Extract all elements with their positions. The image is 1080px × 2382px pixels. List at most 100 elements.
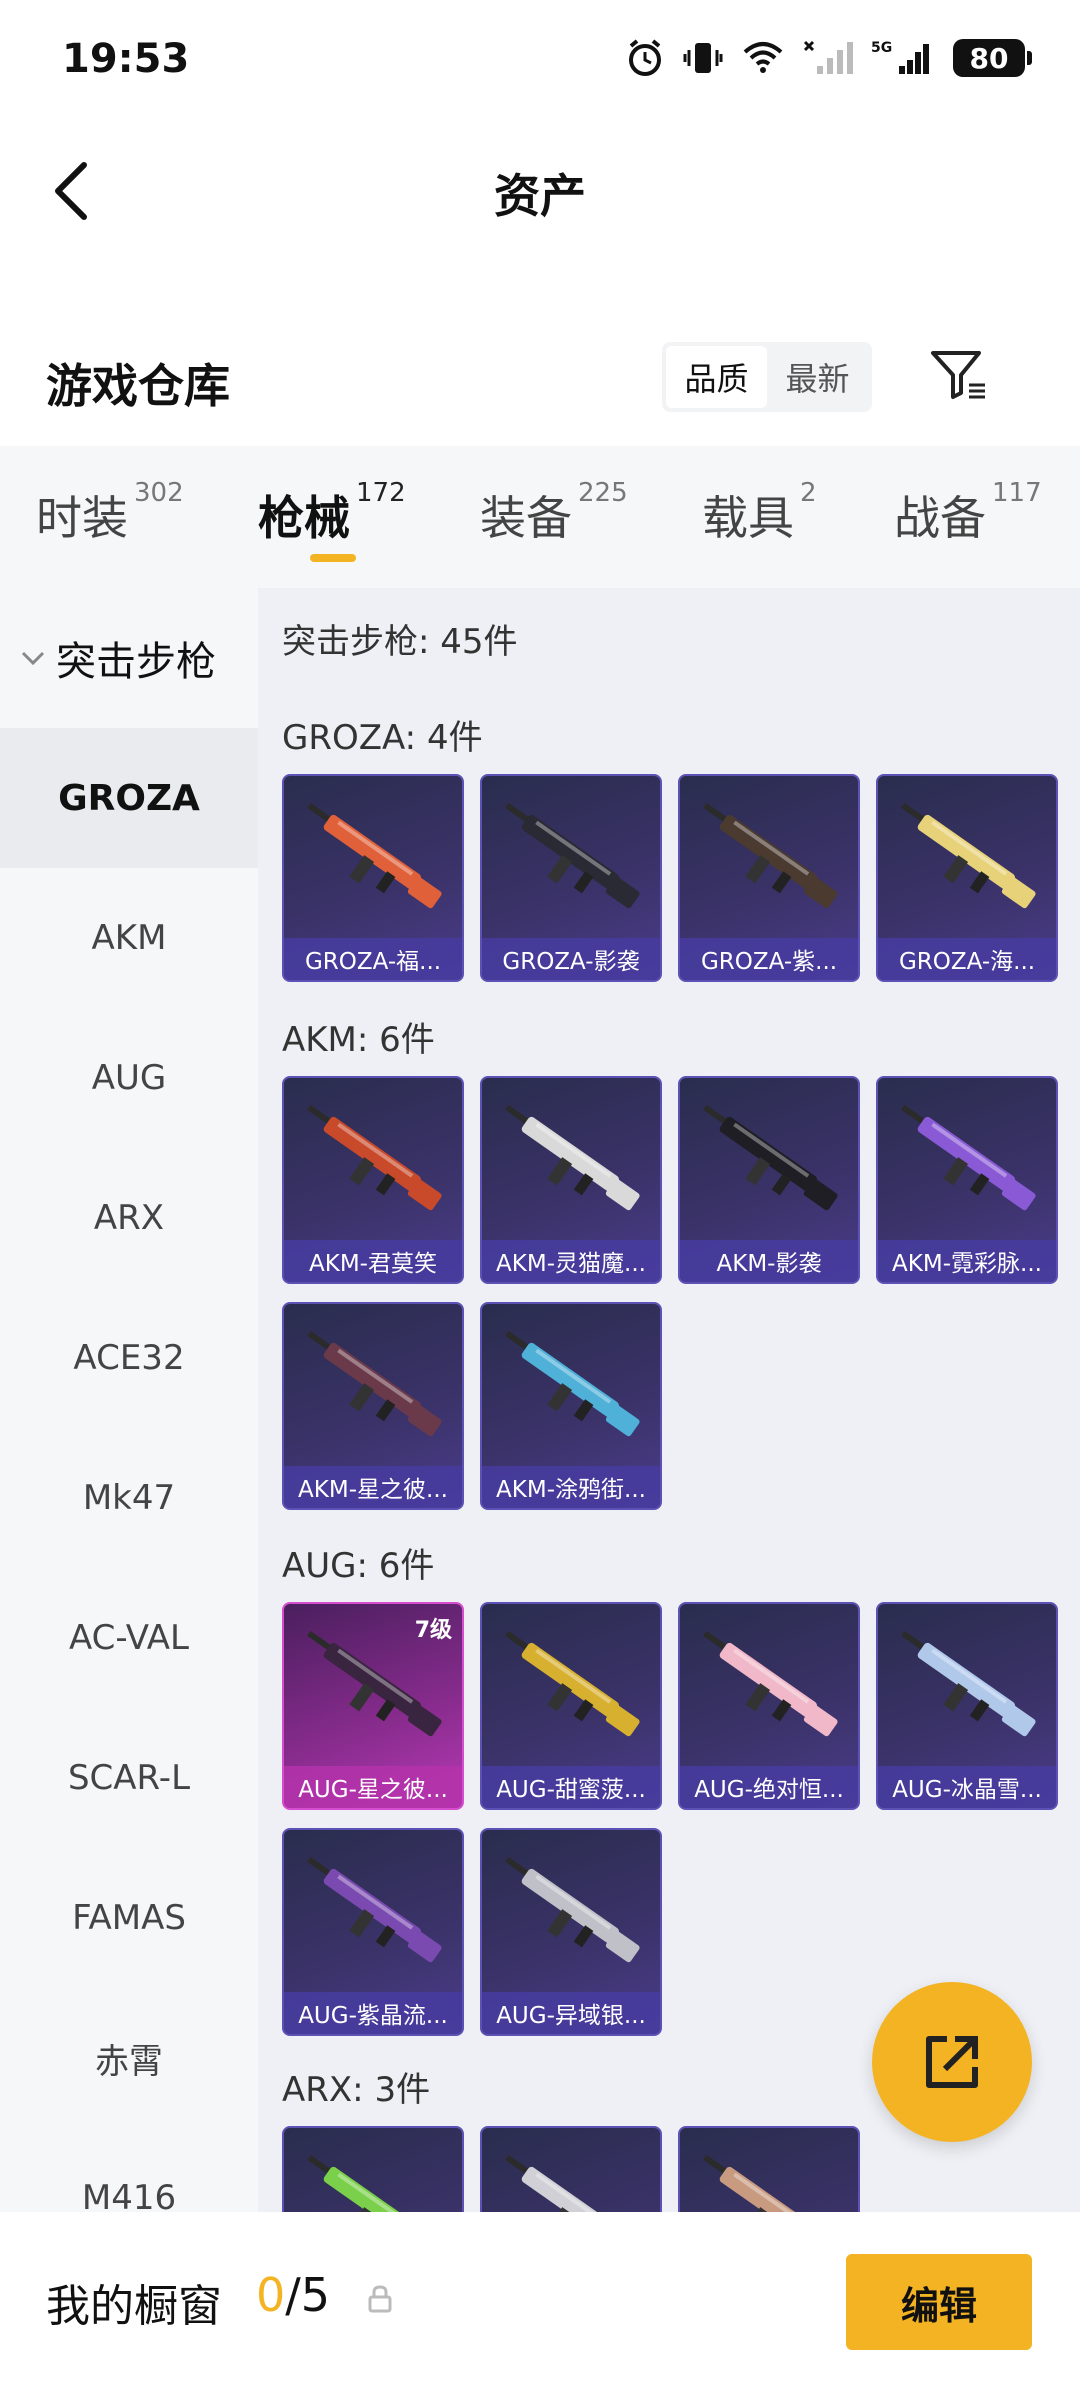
svg-text:5G: 5G xyxy=(871,40,892,56)
sidebar-item-arx[interactable]: ARX xyxy=(0,1148,258,1288)
lock-icon xyxy=(368,2285,392,2313)
section-title-arx: ARX: 3件 xyxy=(282,2070,431,2110)
weapon-image xyxy=(505,1856,640,1963)
showcase-separator: / xyxy=(285,2268,301,2322)
category-tabs: 时装 302 枪械 172 装备 225 载具 2 战备 117 xyxy=(0,446,1080,588)
weapon-card-aug[interactable]: AUG-绝对恒... xyxy=(678,1602,860,1810)
battery-indicator: 80 xyxy=(953,39,1032,77)
weapon-card-akm[interactable]: AKM-灵猫魔... xyxy=(480,1076,662,1284)
showcase-current: 0 xyxy=(256,2268,286,2322)
tab-equipment[interactable]: 装备 225 xyxy=(480,478,628,548)
weapon-name: AKM-君莫笑 xyxy=(284,1240,462,1282)
sidebar-item-chixiao[interactable]: 赤霄 xyxy=(0,1988,258,2128)
weapon-card-aug[interactable]: AUG-紫晶流... xyxy=(282,1828,464,2036)
status-time: 19:53 xyxy=(62,36,190,82)
sidebar-item-scar-l[interactable]: SCAR-L xyxy=(0,1708,258,1848)
bottom-bar: 我的橱窗 0/5 编辑 xyxy=(0,2212,1080,2382)
weapon-image xyxy=(307,802,442,909)
sidebar-item-ac-val[interactable]: AC-VAL xyxy=(0,1568,258,1708)
weapon-name: AKM-星之彼... xyxy=(284,1466,462,1508)
signal-5g-icon: 5G xyxy=(871,38,935,78)
tab-guns[interactable]: 枪械 172 xyxy=(258,478,406,548)
page-title: 资产 xyxy=(494,169,586,223)
sidebar-item-famas[interactable]: FAMAS xyxy=(0,1848,258,1988)
weapon-card-akm[interactable]: AKM-涂鸦街... xyxy=(480,1302,662,1510)
filter-icon xyxy=(931,351,985,399)
weapon-image xyxy=(505,2154,620,2212)
weapon-name: AKM-灵猫魔... xyxy=(482,1240,660,1282)
weapon-name: AUG-星之彼... xyxy=(284,1766,462,1808)
showcase-count: 0/5 xyxy=(256,2268,330,2322)
weapon-card-aug[interactable]: AUG-甜蜜菠... xyxy=(480,1602,662,1810)
weapon-card-groza[interactable]: GROZA-福... xyxy=(282,774,464,982)
weapon-card-aug[interactable]: AUG-冰晶雪... xyxy=(876,1602,1058,1810)
weapon-name: AKM-影袭 xyxy=(680,1240,858,1282)
sort-option-quality[interactable]: 品质 xyxy=(666,346,767,408)
weapon-image xyxy=(901,1630,1036,1737)
tab-supplies[interactable]: 战备 117 xyxy=(894,478,1042,548)
filter-button[interactable] xyxy=(924,340,994,410)
weapon-name: AUG-冰晶雪... xyxy=(878,1766,1056,1808)
sort-option-newest[interactable]: 最新 xyxy=(767,346,868,408)
weapon-image xyxy=(307,2154,422,2212)
category-summary: 突击步枪: 45件 xyxy=(282,622,518,662)
weapon-image xyxy=(901,802,1036,909)
weapon-card-arx[interactable] xyxy=(282,2126,464,2212)
weapon-name: AUG-异域银... xyxy=(482,1992,660,2034)
weapon-image xyxy=(307,1104,442,1211)
section-title-aug: AUG: 6件 xyxy=(282,1546,435,1586)
weapon-image xyxy=(703,802,838,909)
nav-header: 资产 xyxy=(0,130,1080,250)
section-title-akm: AKM: 6件 xyxy=(282,1020,435,1060)
status-icons: 5G 80 xyxy=(625,38,1032,78)
weapon-name: GROZA-影袭 xyxy=(482,938,660,980)
weapon-card-arx[interactable] xyxy=(678,2126,860,2212)
weapon-image xyxy=(505,1330,640,1437)
sidebar-group-assault-rifles[interactable]: 突击步枪 xyxy=(0,588,258,728)
sidebar-item-groza[interactable]: GROZA xyxy=(0,728,258,868)
weapon-card-aug[interactable]: 7级 AUG-星之彼... xyxy=(282,1602,464,1810)
chevron-down-icon xyxy=(21,651,45,666)
alarm-icon xyxy=(625,38,665,78)
tab-fashion[interactable]: 时装 302 xyxy=(36,478,184,548)
warehouse-header: 游戏仓库 品质 最新 xyxy=(0,330,1080,440)
weapon-image xyxy=(505,1630,640,1737)
tab-vehicles[interactable]: 载具 2 xyxy=(702,478,817,548)
weapon-name: AUG-绝对恒... xyxy=(680,1766,858,1808)
weapon-card-groza[interactable]: GROZA-影袭 xyxy=(480,774,662,982)
weapon-card-groza[interactable]: GROZA-紫... xyxy=(678,774,860,982)
weapon-image xyxy=(505,802,640,909)
showcase-total: 5 xyxy=(300,2268,331,2322)
weapon-card-arx[interactable] xyxy=(480,2126,662,2212)
weapon-image xyxy=(703,1104,838,1211)
showcase-label: 我的橱窗 xyxy=(46,2281,222,2332)
sidebar-item-mk47[interactable]: Mk47 xyxy=(0,1428,258,1568)
signal-off-icon xyxy=(803,38,853,78)
share-button[interactable] xyxy=(872,1982,1032,2142)
sidebar-group-label: 突击步枪 xyxy=(56,639,216,685)
sort-toggle: 品质 最新 xyxy=(662,342,872,412)
weapon-name: GROZA-海... xyxy=(878,938,1056,980)
edit-button[interactable]: 编辑 xyxy=(846,2254,1032,2350)
weapon-card-akm[interactable]: AKM-君莫笑 xyxy=(282,1076,464,1284)
status-bar: 19:53 5G 80 xyxy=(0,0,1080,120)
share-export-icon xyxy=(926,2036,978,2088)
sidebar-item-aug[interactable]: AUG xyxy=(0,1008,258,1148)
weapon-name: AUG-紫晶流... xyxy=(284,1992,462,2034)
sidebar-item-m416[interactable]: M416 xyxy=(0,2128,258,2212)
weapon-card-aug[interactable]: AUG-异域银... xyxy=(480,1828,662,2036)
weapon-card-akm[interactable]: AKM-影袭 xyxy=(678,1076,860,1284)
weapon-card-akm[interactable]: AKM-霓彩脉... xyxy=(876,1076,1058,1284)
weapon-card-groza[interactable]: GROZA-海... xyxy=(876,774,1058,982)
weapon-name: GROZA-福... xyxy=(284,938,462,980)
sidebar-item-akm[interactable]: AKM xyxy=(0,868,258,1008)
weapon-image xyxy=(703,2154,818,2212)
weapon-name: AKM-霓彩脉... xyxy=(878,1240,1056,1282)
weapon-image xyxy=(703,1630,838,1737)
warehouse-title: 游戏仓库 xyxy=(46,359,230,413)
wifi-icon xyxy=(741,38,785,78)
sidebar-item-ace32[interactable]: ACE32 xyxy=(0,1288,258,1428)
weapon-name: GROZA-紫... xyxy=(680,938,858,980)
weapon-card-akm[interactable]: AKM-星之彼... xyxy=(282,1302,464,1510)
weapon-image xyxy=(307,1330,442,1437)
